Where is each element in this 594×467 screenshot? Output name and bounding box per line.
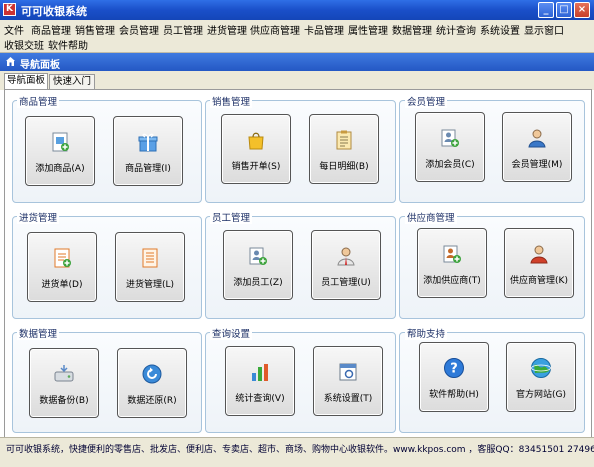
nav-content: 商品管理 销售管理 会员管理 进货管理 员工管理 供应商管理 数据管理 查询设置… <box>4 89 592 439</box>
goods-manage-button[interactable]: 商品管理(I) <box>113 116 183 186</box>
staff-user-icon <box>337 247 355 266</box>
supplier-manage-label: 供应商管理(K) <box>510 276 568 286</box>
data-restore-button[interactable]: 数据还原(R) <box>117 348 187 418</box>
add-goods-label: 添加商品(A) <box>35 164 85 174</box>
add-staff-button[interactable]: 添加员工(Z) <box>223 230 293 300</box>
menu-settings[interactable]: 系统设置 <box>480 22 520 37</box>
staff-manage-button[interactable]: 员工管理(U) <box>311 230 381 300</box>
menu-purchase[interactable]: 进货管理 <box>207 22 247 37</box>
group-sales-label: 销售管理 <box>210 94 253 108</box>
member-manage-button[interactable]: 会员管理(M) <box>502 112 572 182</box>
menu-staff[interactable]: 员工管理 <box>163 22 203 37</box>
tab-quick-start[interactable]: 快速入门 <box>49 74 95 89</box>
menu-file[interactable]: 文件 <box>4 22 24 37</box>
add-staff-icon <box>249 247 267 265</box>
menu-goods[interactable]: 商品管理 <box>31 22 71 37</box>
stats-query-label: 统计查询(V) <box>235 394 285 404</box>
staff-manage-label: 员工管理(U) <box>321 278 371 288</box>
group-query-label: 查询设置 <box>210 326 253 340</box>
daily-detail-button[interactable]: 每日明细(B) <box>309 114 379 184</box>
member-manage-label: 会员管理(M) <box>511 160 563 170</box>
nav-panel-title: 导航面板 <box>20 60 60 71</box>
group-goods-label: 商品管理 <box>17 94 60 108</box>
window-title: 可可收银系统 <box>21 5 87 18</box>
title-bar: K 可可收银系统 _ □ × <box>0 0 594 20</box>
add-supplier-icon <box>443 245 461 263</box>
supplier-user-icon <box>530 245 548 264</box>
help-icon: ? <box>444 358 464 378</box>
status-bar: 可可收银系统，快捷便利的零售店、批发店、便利店、专卖店、超市、商场、购物中心收银… <box>0 437 594 467</box>
app-window: K 可可收银系统 _ □ × 文件 商品管理 销售管理 会员管理 员工管理 进货… <box>0 0 594 467</box>
data-backup-button[interactable]: 数据备份(B) <box>29 348 99 418</box>
minimize-button[interactable]: _ <box>538 2 554 18</box>
goods-manage-label: 商品管理(I) <box>125 164 171 174</box>
menu-stats[interactable]: 统计查询 <box>436 22 476 37</box>
maximize-button[interactable]: □ <box>556 2 572 18</box>
official-site-label: 官方网站(G) <box>516 390 566 400</box>
menu-help[interactable]: 软件帮助 <box>48 37 88 52</box>
add-goods-button[interactable]: 添加商品(A) <box>25 116 95 186</box>
menu-member[interactable]: 会员管理 <box>119 22 159 37</box>
settings-window-icon <box>339 363 357 381</box>
app-logo-icon: K <box>3 3 16 16</box>
menu-shift[interactable]: 收银交班 <box>4 37 44 52</box>
svg-text:?: ? <box>450 362 458 377</box>
software-help-label: 软件帮助(H) <box>429 390 479 400</box>
disk-backup-icon <box>54 365 74 382</box>
supplier-manage-button[interactable]: 供应商管理(K) <box>504 228 574 298</box>
add-goods-icon <box>52 132 69 152</box>
document-list-icon <box>142 248 158 268</box>
restore-icon <box>142 364 162 384</box>
system-settings-button[interactable]: 系统设置(T) <box>313 346 383 416</box>
menu-attribute[interactable]: 属性管理 <box>348 22 388 37</box>
group-data-label: 数据管理 <box>17 326 60 340</box>
add-supplier-button[interactable]: 添加供应商(T) <box>417 228 487 298</box>
menu-supplier[interactable]: 供应商管理 <box>250 22 300 37</box>
add-member-label: 添加会员(C) <box>425 160 475 170</box>
software-help-button[interactable]: ? 软件帮助(H) <box>419 342 489 412</box>
group-help-label: 帮助支持 <box>405 326 448 340</box>
group-member-label: 会员管理 <box>405 94 448 108</box>
menu-data[interactable]: 数据管理 <box>392 22 432 37</box>
purchase-order-label: 进货单(D) <box>41 280 83 290</box>
group-staff-label: 员工管理 <box>210 210 253 224</box>
sales-order-button[interactable]: 销售开单(S) <box>221 114 291 184</box>
menu-bar: 文件 商品管理 销售管理 会员管理 员工管理 进货管理 供应商管理 卡品管理 属… <box>0 20 594 53</box>
close-button[interactable]: × <box>574 2 590 18</box>
add-member-icon <box>441 129 459 147</box>
clipboard-icon <box>336 130 352 150</box>
gift-box-icon <box>138 133 158 152</box>
tab-bar: 导航面板 快速入门 <box>0 71 594 90</box>
daily-detail-label: 每日明细(B) <box>319 162 369 172</box>
home-icon <box>6 57 15 66</box>
add-member-button[interactable]: 添加会员(C) <box>415 112 485 182</box>
group-supplier-label: 供应商管理 <box>405 210 457 224</box>
menu-card[interactable]: 卡品管理 <box>304 22 344 37</box>
data-restore-label: 数据还原(R) <box>127 396 177 406</box>
purchase-order-button[interactable]: 进货单(D) <box>27 232 97 302</box>
stats-query-button[interactable]: 统计查询(V) <box>225 346 295 416</box>
nav-panel-header: 导航面板 <box>0 53 594 71</box>
group-purchase-label: 进货管理 <box>17 210 60 224</box>
sales-order-label: 销售开单(S) <box>231 162 281 172</box>
add-staff-label: 添加员工(Z) <box>233 278 283 288</box>
bar-chart-icon <box>252 364 268 381</box>
official-site-button[interactable]: 官方网站(G) <box>506 342 576 412</box>
status-text: 可可收银系统，快捷便利的零售店、批发店、便利店、专卖店、超市、商场、购物中心收银… <box>6 445 594 455</box>
purchase-manage-label: 进货管理(L) <box>125 280 175 290</box>
tab-nav-panel[interactable]: 导航面板 <box>4 73 48 90</box>
menu-sales[interactable]: 销售管理 <box>75 22 115 37</box>
globe-icon <box>531 358 551 378</box>
shopping-bag-icon <box>248 132 264 150</box>
purchase-manage-button[interactable]: 进货管理(L) <box>115 232 185 302</box>
data-backup-label: 数据备份(B) <box>39 396 89 406</box>
user-icon <box>528 129 546 148</box>
menu-window[interactable]: 显示窗口 <box>524 22 564 37</box>
add-supplier-label: 添加供应商(T) <box>423 276 481 286</box>
system-settings-label: 系统设置(T) <box>323 394 373 404</box>
purchase-order-icon <box>54 248 71 268</box>
